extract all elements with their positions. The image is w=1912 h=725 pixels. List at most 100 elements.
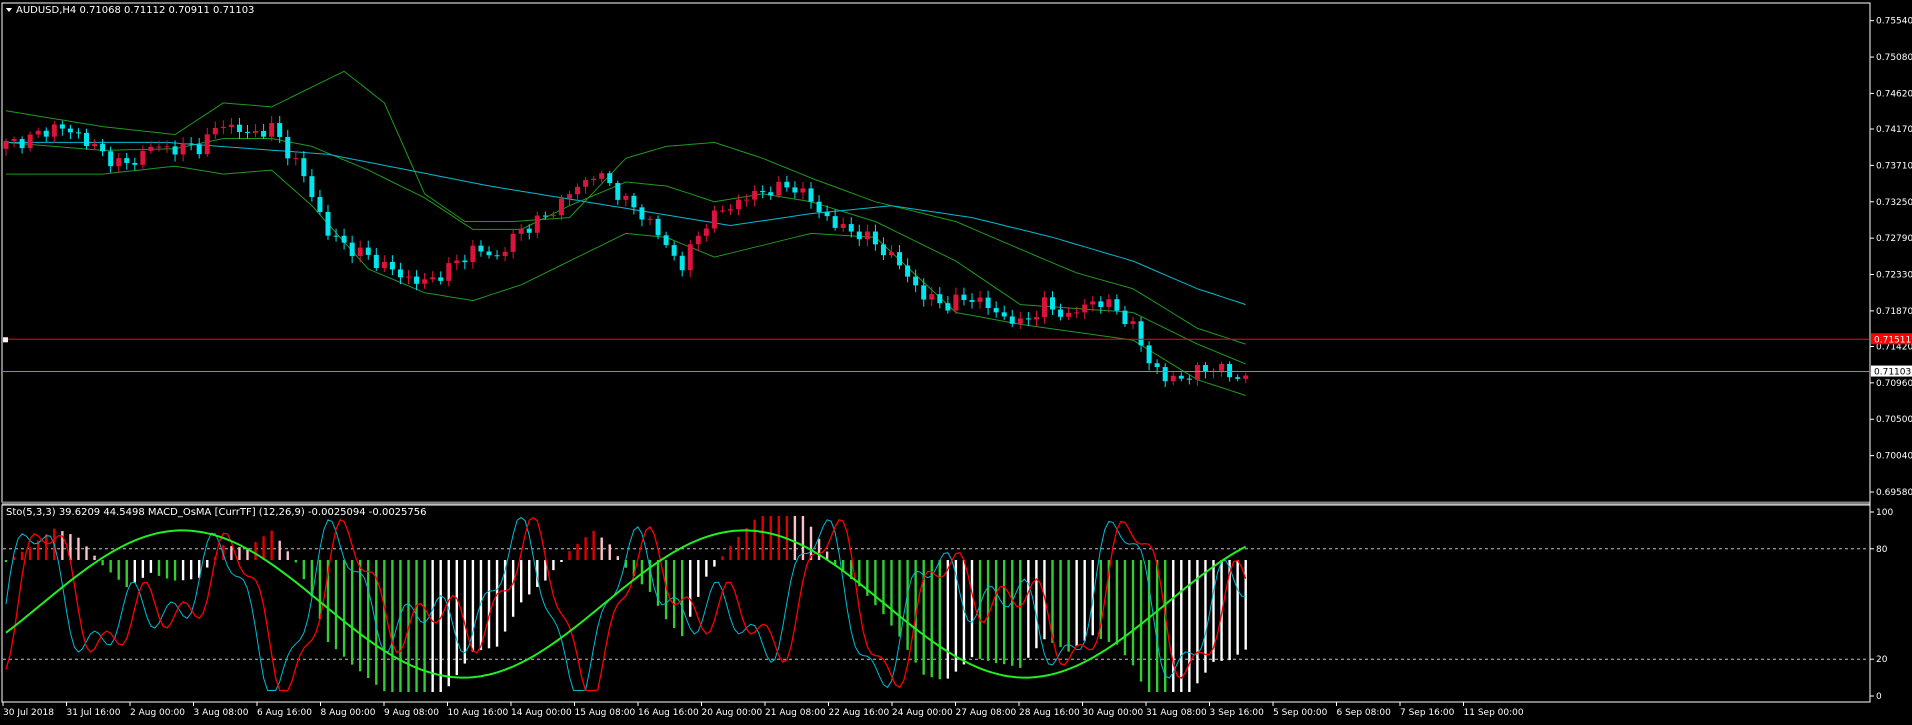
price-pane[interactable] <box>1 2 1871 503</box>
time-tick-label: 31 Aug 08:00 <box>1146 708 1207 718</box>
bull-candle-body <box>719 210 725 212</box>
bull-candle-body <box>11 139 17 141</box>
bear-candle-body <box>100 143 106 152</box>
horizontal-line-anchor[interactable] <box>3 337 8 343</box>
histogram-bar <box>495 560 499 647</box>
bull-candle-body <box>51 124 57 137</box>
bear-candle-body <box>921 285 927 300</box>
bear-candle-body <box>1235 377 1241 379</box>
bear-candle-body <box>792 187 798 193</box>
bear-candle-body <box>438 277 444 281</box>
histogram-bar <box>729 545 732 560</box>
indicator-header: Sto(5,3,3) 39.6209 44.5498 MACD_OsMA [Cu… <box>6 507 427 518</box>
histogram-bar <box>391 560 394 692</box>
time-tick-label: 30 Aug 00:00 <box>1083 708 1144 718</box>
bear-candle-body <box>905 265 911 277</box>
histogram-bar <box>689 560 692 617</box>
bear-candle-body <box>124 158 130 163</box>
histogram-bar <box>238 547 241 560</box>
histogram-bar <box>133 560 136 583</box>
bear-candle-body <box>880 244 886 256</box>
indicator-tick-label: 80 <box>1876 545 1888 555</box>
bear-candle-body <box>1050 297 1055 310</box>
time-tick-label: 6 Sep 08:00 <box>1337 708 1392 718</box>
price-tick-label: 0.70960 <box>1876 379 1912 389</box>
bear-candle-body <box>349 242 355 257</box>
histogram-bar <box>1035 560 1038 649</box>
symbol-header: AUDUSD,H4 0.71068 0.71112 0.70911 0.7110… <box>16 5 254 16</box>
bear-candle-body <box>526 228 532 233</box>
bear-candle-body <box>961 294 967 301</box>
histogram-bar <box>608 544 611 560</box>
price-tick-label: 0.72330 <box>1876 271 1912 281</box>
time-tick-label: 24 Aug 00:00 <box>892 708 953 718</box>
bear-candle-body <box>663 235 669 246</box>
histogram-bar <box>672 560 676 628</box>
histogram-bar <box>721 556 724 560</box>
histogram-bar <box>165 560 169 579</box>
bear-candle-body <box>969 300 975 302</box>
bear-candle-body <box>1114 299 1120 311</box>
bull-candle-body <box>1219 363 1225 371</box>
price-tick-label: 0.75540 <box>1876 17 1912 27</box>
histogram-bar <box>447 560 450 687</box>
bear-candle-body <box>808 188 814 202</box>
bear-candle-body <box>478 245 484 252</box>
chart-canvas[interactable]: AUDUSD,H4 0.71068 0.71112 0.70911 0.7110… <box>0 0 1912 721</box>
histogram-bar <box>970 560 974 658</box>
histogram-bar <box>560 560 563 562</box>
bull-candle-body <box>567 194 572 199</box>
bear-candle-body <box>365 247 371 255</box>
bear-candle-body <box>671 245 677 256</box>
bull-candle-body <box>148 146 154 151</box>
histogram-bar <box>415 560 418 692</box>
bear-candle-body <box>43 130 49 137</box>
bear-candle-body <box>655 218 661 236</box>
histogram-bar <box>1123 560 1127 656</box>
bull-candle-body <box>1090 301 1096 305</box>
bear-candle-body <box>993 308 999 313</box>
histogram-bar <box>681 560 684 637</box>
bull-candle-body <box>728 209 733 211</box>
bull-candle-body <box>35 130 41 135</box>
bull-candle-body <box>889 252 894 256</box>
bear-candle-body <box>816 201 822 212</box>
bear-candle-body <box>494 255 500 257</box>
price-tick-label: 0.74170 <box>1876 125 1912 135</box>
histogram-bar <box>149 560 153 573</box>
histogram-bar <box>753 519 756 560</box>
price-tick-label: 0.74620 <box>1876 89 1912 99</box>
histogram-bar <box>576 543 579 560</box>
bear-candle-body <box>333 235 339 237</box>
time-tick-label: 30 Jul 2018 <box>3 708 54 718</box>
histogram-bar <box>383 560 386 692</box>
bear-candle-body <box>615 183 621 200</box>
histogram-bar <box>552 560 555 571</box>
histogram-bar <box>1075 560 1078 647</box>
bear-candle-body <box>1178 375 1184 379</box>
bear-candle-body <box>285 136 291 159</box>
bear-candle-body <box>542 215 548 217</box>
histogram-bar <box>463 560 467 664</box>
histogram-bar <box>705 560 708 577</box>
indicator-axis: 100 80 20 0 <box>1870 508 1893 702</box>
histogram-bar <box>101 560 104 566</box>
histogram-bar <box>125 560 128 588</box>
bull-candle-body <box>864 231 870 240</box>
histogram-bar <box>471 560 475 652</box>
histogram-bar <box>946 560 950 679</box>
histogram-bar <box>1244 560 1247 650</box>
bear-candle-body <box>1025 318 1031 320</box>
bear-candle-body <box>1162 367 1168 382</box>
bull-candle-body <box>381 261 387 269</box>
bear-candle-body <box>848 224 854 232</box>
bear-candle-body <box>856 231 862 240</box>
bear-candle-body <box>317 197 323 212</box>
histogram-bar <box>1180 560 1183 692</box>
histogram-bar <box>777 516 780 560</box>
bear-candle-body <box>67 128 73 133</box>
histogram-bar <box>1059 560 1062 648</box>
histogram-bar <box>455 560 458 676</box>
histogram-bar <box>528 560 531 595</box>
bull-candle-body <box>204 134 210 155</box>
